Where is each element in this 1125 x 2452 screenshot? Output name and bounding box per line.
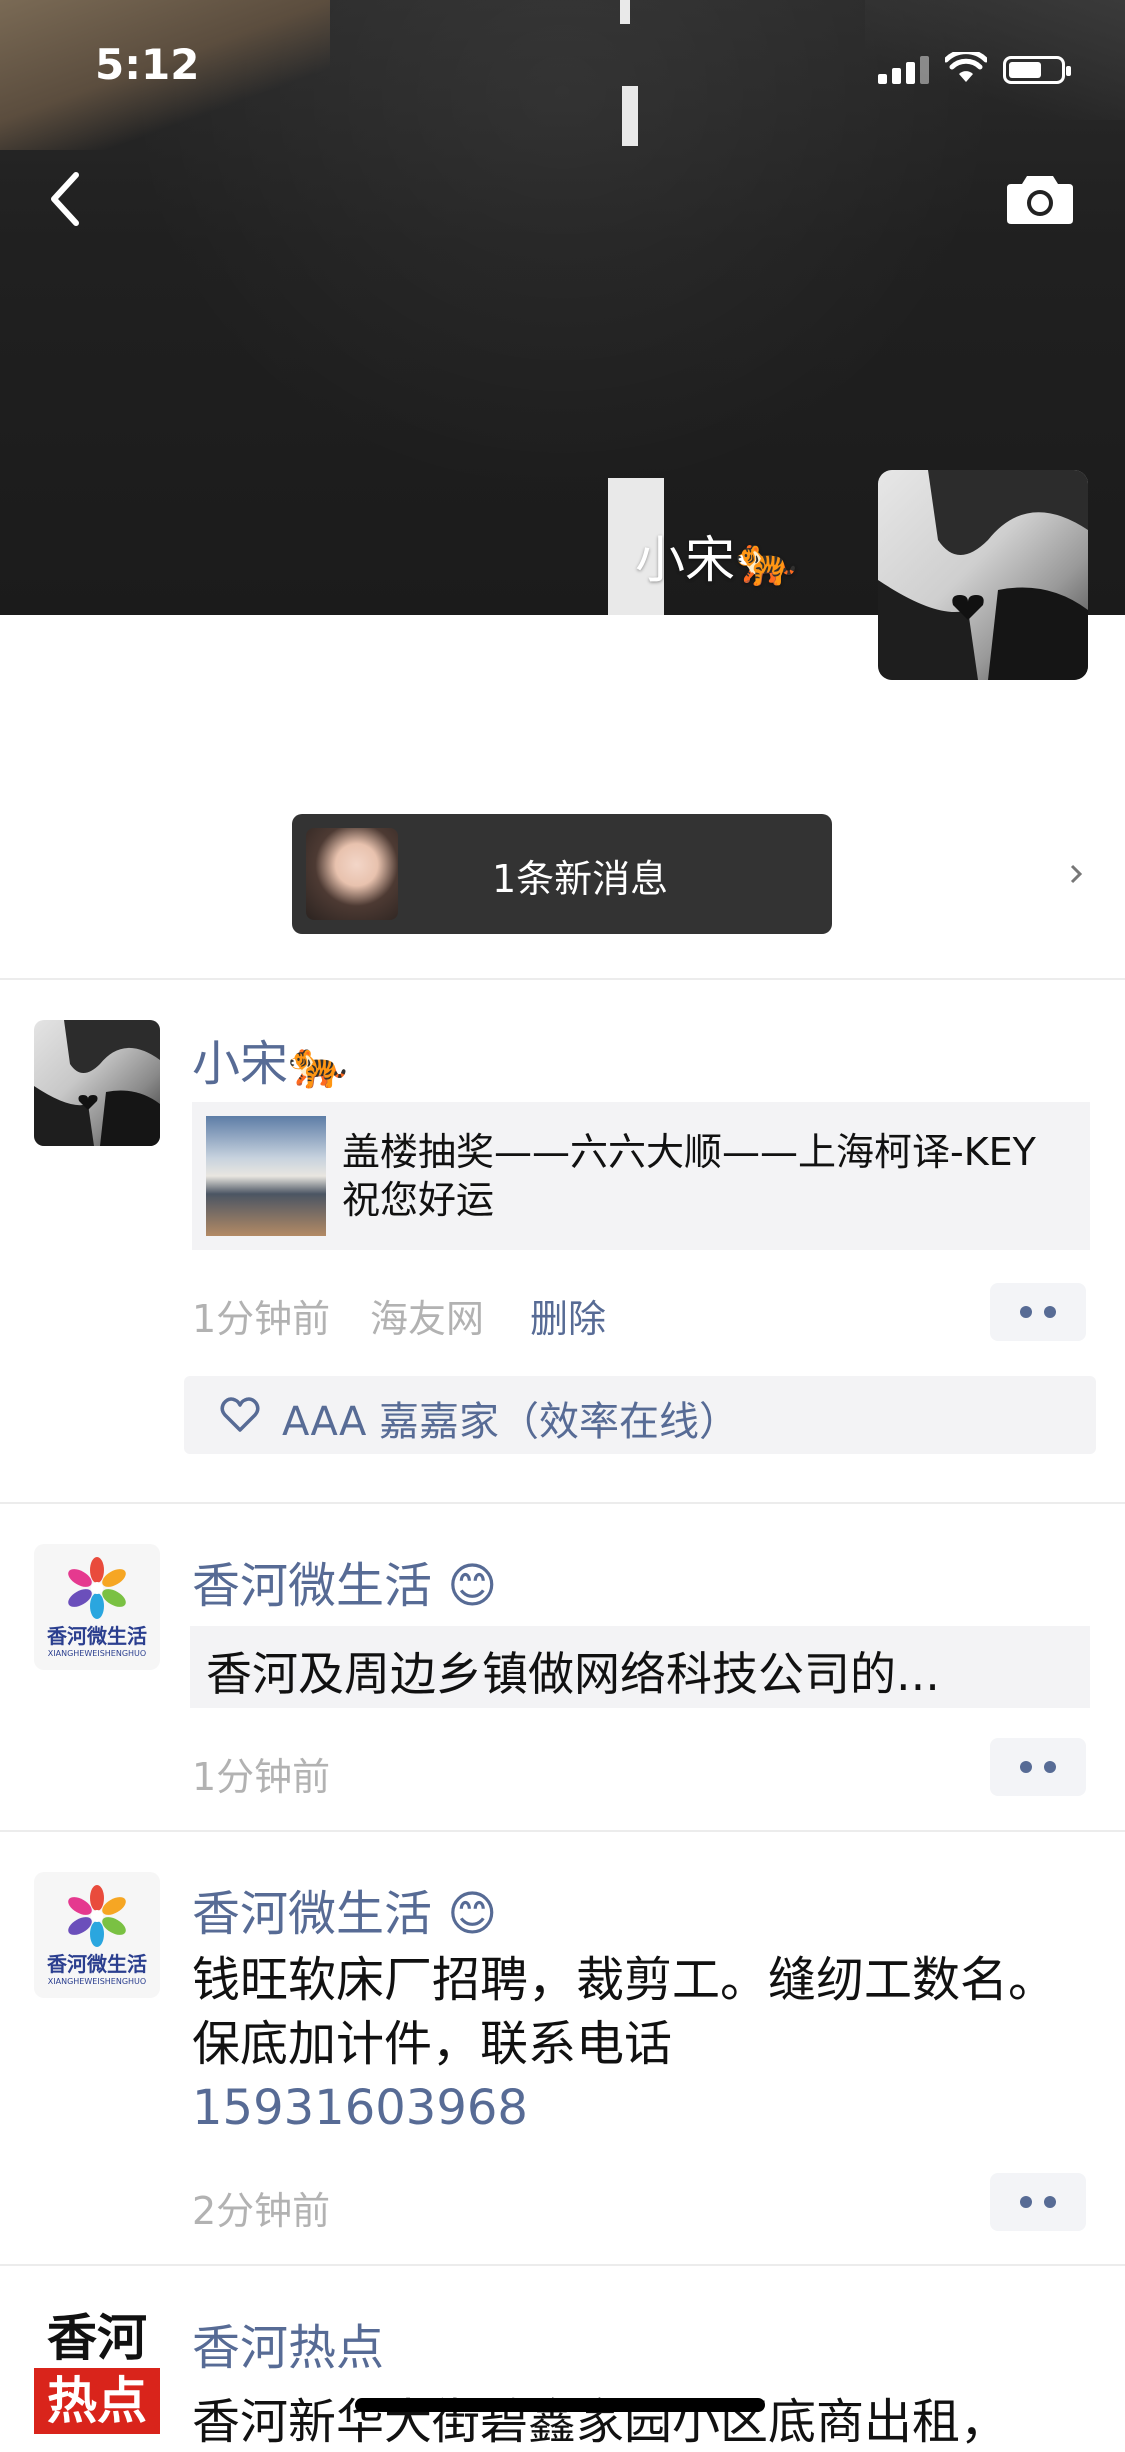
post-avatar[interactable]: 香河 热点	[34, 2308, 160, 2436]
status-bar: 5:12	[0, 0, 1125, 135]
dot-icon	[1044, 1761, 1056, 1773]
battery-icon	[1003, 56, 1071, 84]
chevron-right-icon	[1070, 864, 1083, 884]
flower-logo-icon	[68, 1885, 126, 1947]
post-author[interactable]: 小宋🐅	[192, 1024, 348, 1094]
shared-link-card[interactable]: 盖楼抽奖——六六大顺——上海柯译-KEY 祝您好运	[192, 1102, 1090, 1250]
logo-subtitle: XIANGHEWEISHENGHUO	[47, 1649, 147, 1658]
post-author[interactable]: 香河微生活 😊	[192, 1546, 497, 1616]
shared-article-title: 香河及周边乡镇做网络科技公司的...	[206, 1647, 940, 1701]
camera-button[interactable]	[1005, 168, 1075, 228]
link-title: 盖楼抽奖——六六大顺——上海柯译-KEY 祝您好运	[342, 1130, 1036, 1222]
likes-names[interactable]: AAA 嘉嘉家（效率在线）	[282, 1389, 739, 1447]
dot-icon	[1044, 1306, 1056, 1318]
profile-avatar[interactable]	[878, 470, 1088, 680]
status-time: 5:12	[95, 40, 200, 89]
post-avatar[interactable]	[34, 1020, 160, 1146]
flower-logo-icon	[68, 1557, 126, 1619]
avatar-photo	[878, 470, 1088, 680]
likes-bar: AAA 嘉嘉家（效率在线）	[184, 1376, 1096, 1454]
home-indicator[interactable]	[355, 2398, 765, 2412]
status-icons	[878, 52, 1071, 84]
post-time: 2分钟前	[192, 2189, 331, 2233]
logo-subtitle: XIANGHEWEISHENGHUO	[47, 1977, 147, 1986]
signal-icon	[878, 56, 929, 84]
wifi-icon	[945, 52, 987, 82]
logo-name: 香河微生活	[47, 1952, 147, 1976]
phone-link[interactable]: 15931603968	[192, 2080, 528, 2136]
post-divider	[0, 1830, 1125, 1832]
avatar-photo	[34, 1020, 160, 1146]
post-avatar[interactable]: 香河微生活 XIANGHEWEISHENGHUO	[34, 1544, 160, 1670]
post-body: 钱旺软床厂招聘，裁剪工。缝纫工数名。保底加计件，联系电话	[192, 1952, 1057, 2072]
section-divider	[0, 978, 1125, 980]
back-button[interactable]	[40, 165, 100, 235]
dot-icon	[1044, 2196, 1056, 2208]
more-actions-button[interactable]	[990, 1738, 1086, 1796]
delete-button[interactable]: 删除	[530, 1288, 606, 1343]
post-time: 1分钟前	[192, 1297, 331, 1341]
post-divider	[0, 1502, 1125, 1504]
more-actions-button[interactable]	[990, 1283, 1086, 1341]
chevron-left-icon	[51, 172, 79, 226]
dot-icon	[1020, 1761, 1032, 1773]
post-text: 钱旺软床厂招聘，裁剪工。缝纫工数名。保底加计件，联系电话 15931603968	[192, 1948, 1072, 2140]
dot-icon	[1020, 2196, 1032, 2208]
post-time: 1分钟前	[192, 1755, 331, 1799]
post-author[interactable]: 香河热点	[192, 2308, 384, 2378]
link-thumbnail	[206, 1116, 326, 1236]
shared-article-card[interactable]: 香河及周边乡镇做网络科技公司的...	[190, 1626, 1090, 1708]
new-message-avatar	[306, 828, 398, 920]
post-avatar[interactable]: 香河微生活 XIANGHEWEISHENGHUO	[34, 1872, 160, 1998]
post-divider	[0, 2264, 1125, 2266]
camera-icon	[1007, 176, 1073, 224]
new-message-label: 1条新消息	[492, 857, 669, 901]
heart-icon	[220, 1397, 260, 1432]
more-actions-button[interactable]	[990, 2173, 1086, 2231]
post-source[interactable]: 海友网	[370, 1288, 484, 1343]
profile-name[interactable]: 小宋🐅	[635, 520, 797, 592]
new-message-notice[interactable]: 1条新消息	[292, 814, 1083, 934]
logo-name: 香河微生活	[47, 1624, 147, 1648]
dot-icon	[1020, 1306, 1032, 1318]
logo-bottom-text: 热点	[34, 2368, 160, 2434]
logo-top-text: 香河	[47, 2309, 147, 2367]
post-body: 香河新华大街碧鑫家园小区底商出租，	[192, 2394, 1009, 2450]
post-author[interactable]: 香河微生活 😊	[192, 1874, 497, 1944]
